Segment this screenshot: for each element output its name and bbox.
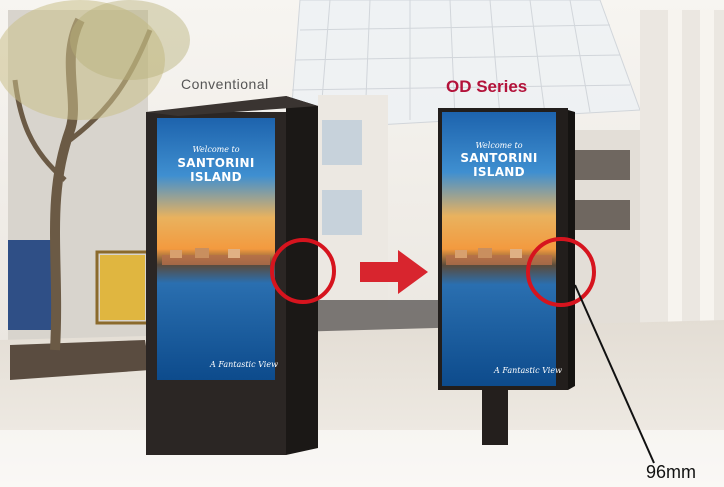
comparison-scene: Conventional OD Series 96mm Welcome to S…: [0, 0, 724, 487]
mall-background-illustration: [0, 0, 724, 487]
od-welcome-text: Welcome to: [475, 141, 523, 150]
shop-shutter: [8, 240, 53, 330]
conventional-title-line1: SANTORINI: [177, 156, 255, 170]
od-footer-text: A Fantastic View: [494, 366, 562, 375]
bezel-measurement-label: 96mm: [646, 462, 697, 482]
od-title-line2: ISLAND: [473, 165, 525, 179]
conventional-label: Conventional: [181, 76, 269, 92]
conventional-welcome-text: Welcome to: [192, 145, 240, 154]
od-title-line1: SANTORINI: [460, 151, 538, 165]
conventional-title-line2: ISLAND: [190, 170, 242, 184]
conventional-footer-text: A Fantastic View: [210, 360, 278, 369]
od-series-label: OD Series: [446, 77, 528, 96]
